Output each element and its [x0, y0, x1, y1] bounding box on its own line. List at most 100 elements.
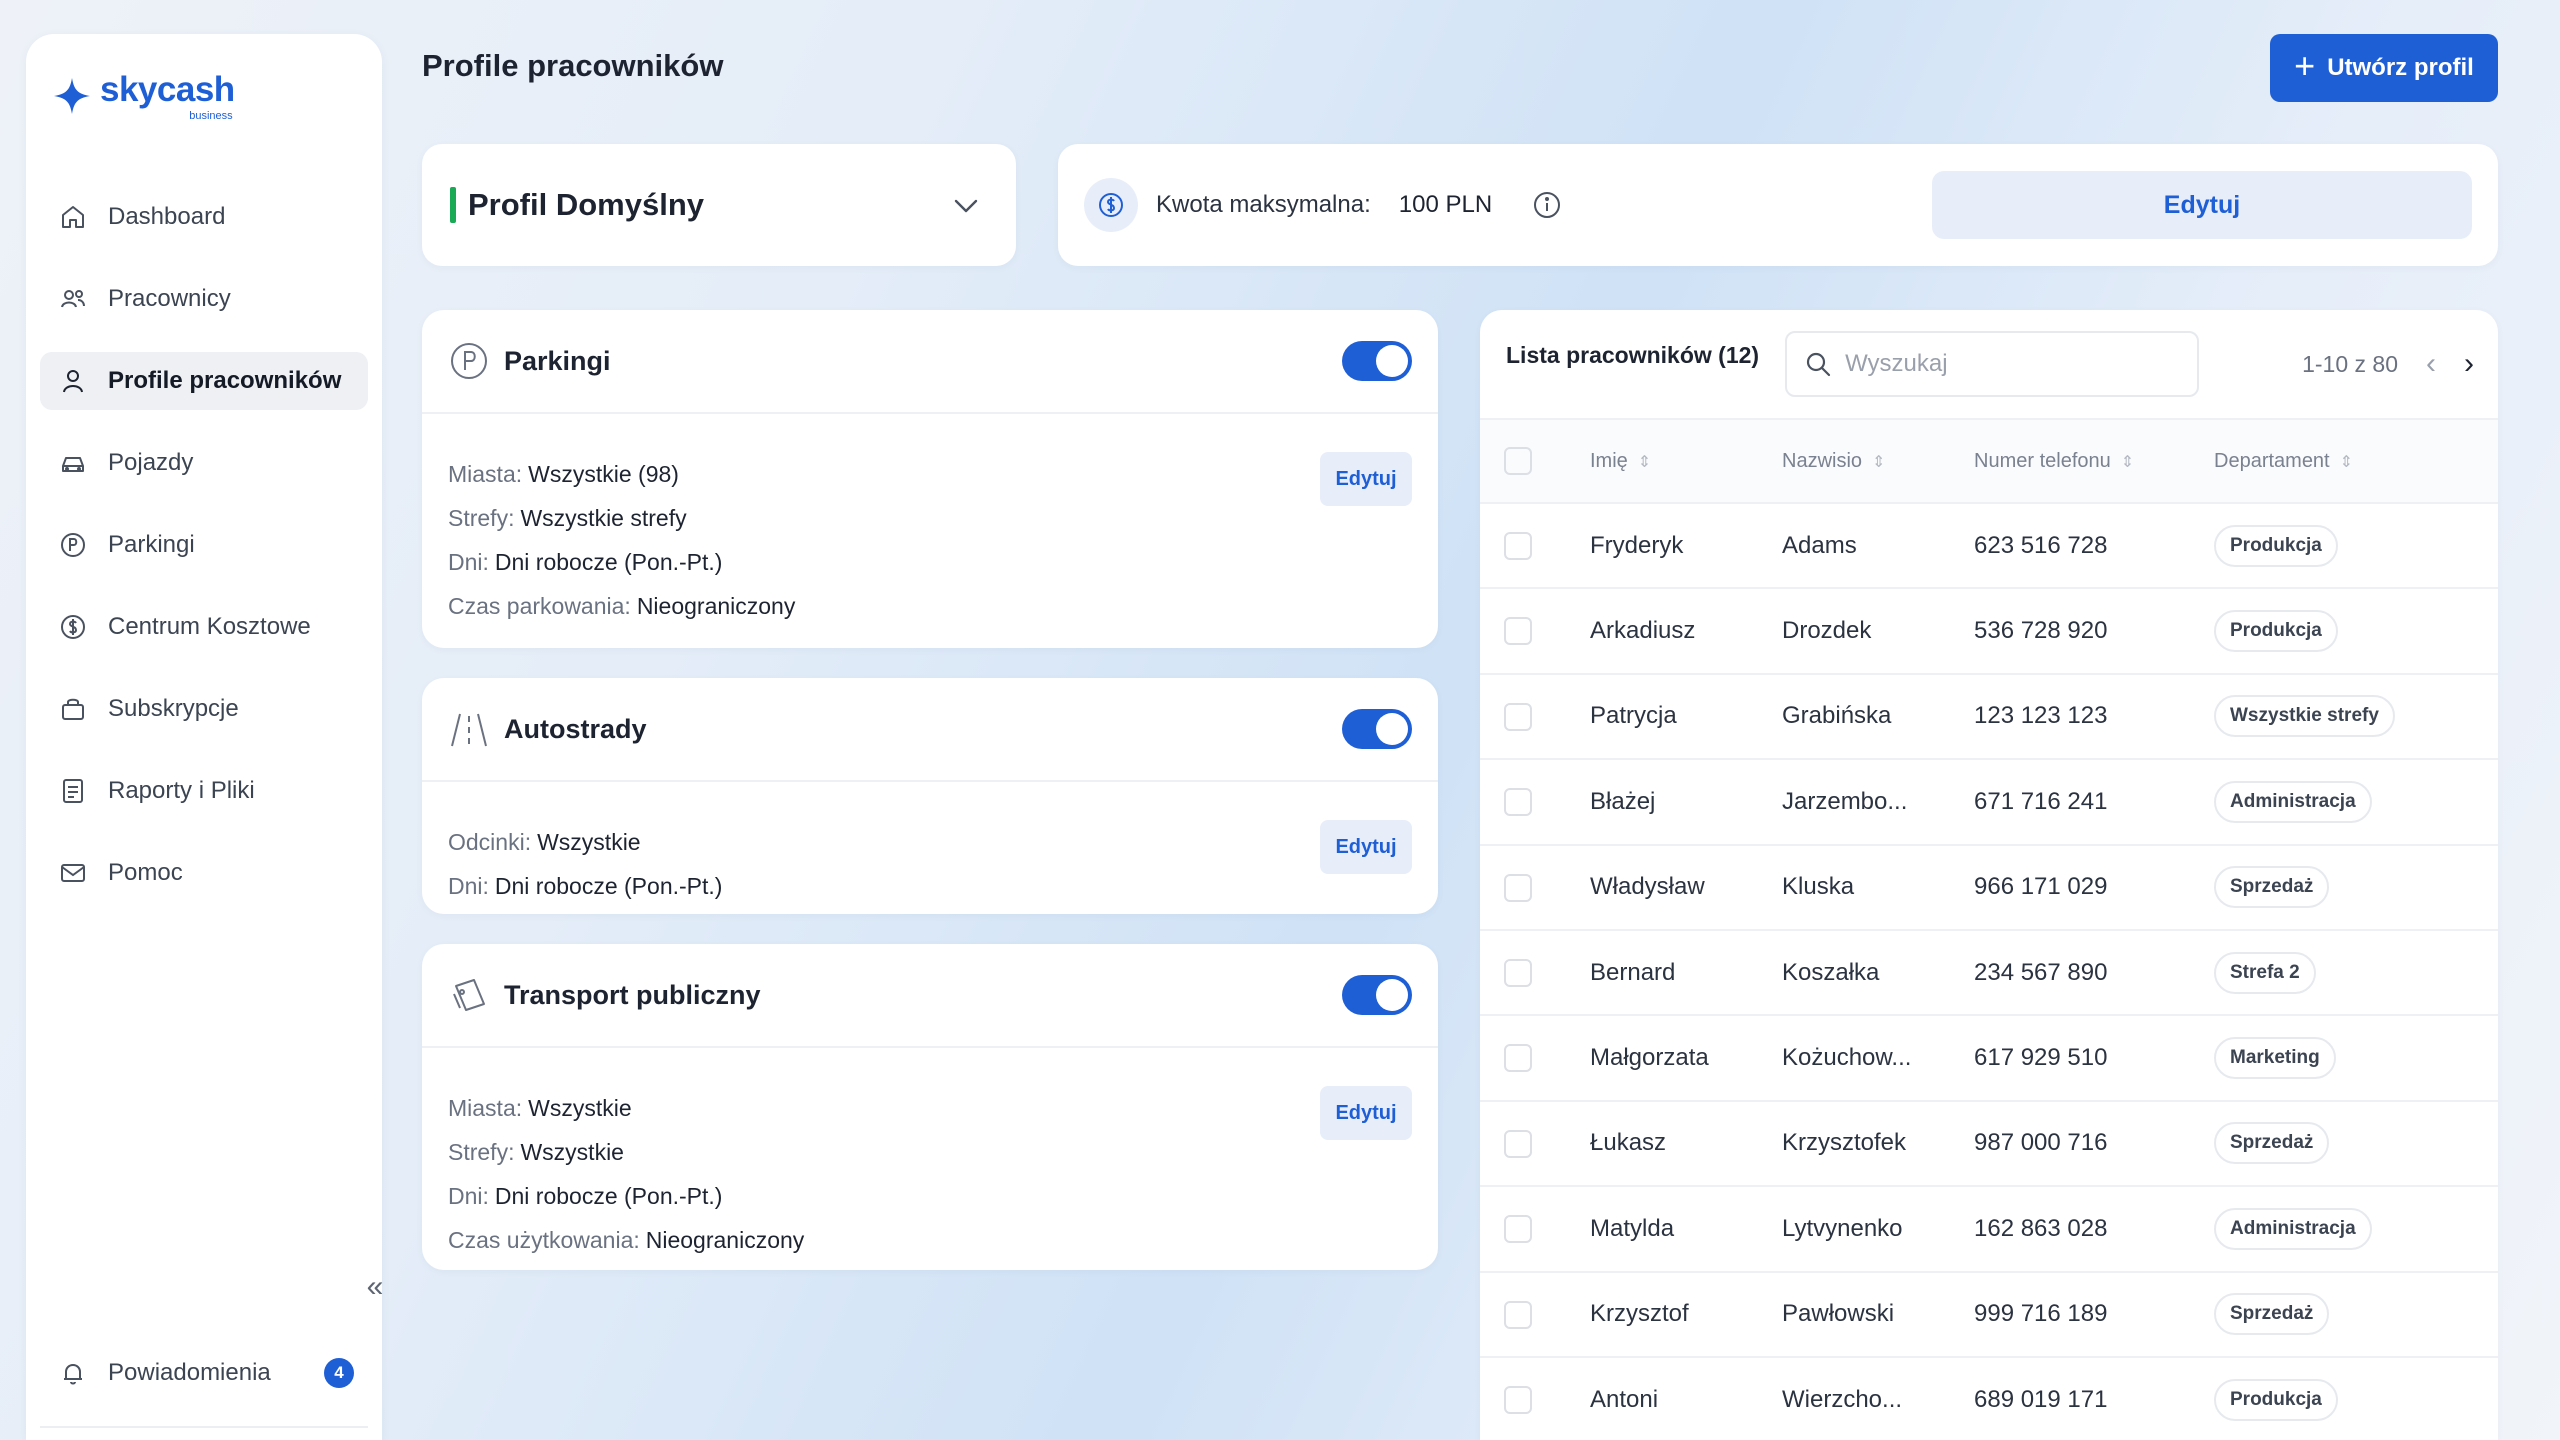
cell-first-name: Krzysztof: [1590, 1300, 1689, 1328]
column-label: Imię: [1590, 449, 1628, 472]
highways-toggle[interactable]: [1342, 709, 1412, 749]
sidebar-item-label: Parkingi: [108, 531, 195, 558]
row-checkbox[interactable]: [1504, 1300, 1532, 1329]
transport-card-title: Transport publiczny: [504, 979, 761, 1010]
table-row[interactable]: Fryderyk Adams 623 516 728 Produkcja: [1480, 503, 2498, 589]
row-value: Nieograniczony: [636, 593, 796, 619]
sort-icon: ⇕: [1872, 453, 1886, 471]
column-label: Departament: [2214, 449, 2330, 472]
parking-edit-button[interactable]: Edytuj: [1320, 452, 1412, 506]
table-row[interactable]: Arkadiusz Drozdek 536 728 920 Produkcja: [1480, 588, 2498, 674]
table-row[interactable]: Bernard Koszałka 234 567 890 Strefa 2: [1480, 930, 2498, 1016]
row-checkbox[interactable]: [1504, 958, 1532, 987]
row-label: Dni:: [448, 1183, 489, 1209]
transport-toggle[interactable]: [1342, 975, 1412, 1015]
cell-last-name: Jarzembo...: [1782, 787, 1908, 815]
parking-toggle[interactable]: [1342, 341, 1412, 381]
column-header-department[interactable]: Departament ⇕: [2214, 419, 2498, 503]
sidebar-item-label: Dashboard: [108, 203, 226, 230]
cell-first-name: Błażej: [1590, 787, 1656, 815]
sidebar-item-dashboard[interactable]: Dashboard: [40, 188, 368, 246]
sidebar-item-raporty[interactable]: Raporty i Pliki: [40, 762, 368, 820]
sidebar-item-pracownicy[interactable]: Pracownicy: [40, 270, 368, 328]
cell-phone: 987 000 716: [1974, 1129, 2108, 1157]
skycash-logo[interactable]: skycash business: [52, 62, 235, 142]
collapse-sidebar-icon[interactable]: «: [360, 1272, 390, 1302]
employee-table: Imię ⇕ Nazwisio ⇕ Numer telefonu ⇕ Departam…: [1480, 418, 2498, 1440]
edit-max-amount-button[interactable]: Edytuj: [1932, 171, 2472, 239]
row-label: Odcinki:: [448, 829, 532, 855]
table-row[interactable]: Antoni Wierzcho... 689 019 171 Produkcja: [1480, 1357, 2498, 1440]
info-icon[interactable]: [1532, 190, 1562, 220]
highways-edit-button[interactable]: Edytuj: [1320, 820, 1412, 874]
max-amount-value: 100 PLN: [1398, 191, 1493, 218]
sidebar-item-label: Profile pracowników: [108, 367, 342, 394]
cell-last-name: Adams: [1782, 531, 1857, 559]
table-row[interactable]: Błażej Jarzembo... 671 716 241 Administracj…: [1480, 759, 2498, 845]
row-checkbox[interactable]: [1504, 1215, 1532, 1244]
row-checkbox[interactable]: [1504, 1044, 1532, 1073]
profile-name: Profil Domyślny: [468, 187, 704, 222]
department-badge: Produkcja: [2214, 1378, 2338, 1421]
row-checkbox[interactable]: [1504, 1129, 1532, 1158]
department-badge: Strefa 2: [2214, 951, 2316, 994]
sidebar-item-parkingi[interactable]: Parkingi: [40, 516, 368, 574]
transport-row-cities: Miasta: Wszystkie: [448, 1086, 1412, 1130]
cell-first-name: Fryderyk: [1590, 531, 1684, 559]
row-checkbox[interactable]: [1504, 532, 1532, 561]
column-header-first-name[interactable]: Imię ⇕: [1590, 419, 1782, 503]
sort-icon: ⇕: [2339, 453, 2354, 471]
row-value: Wszystkie strefy: [520, 505, 687, 531]
select-all-checkbox[interactable]: [1504, 447, 1532, 475]
column-label: Nazwisio: [1782, 449, 1863, 472]
table-row[interactable]: Łukasz Krzysztofek 987 000 716 Sprzedaż: [1480, 1101, 2498, 1187]
sidebar-item-pomoc[interactable]: Pomoc: [40, 844, 368, 902]
transport-edit-button[interactable]: Edytuj: [1320, 1086, 1412, 1140]
row-checkbox[interactable]: [1504, 788, 1532, 817]
table-row[interactable]: Władysław Kluska 966 171 029 Sprzedaż: [1480, 845, 2498, 930]
sidebar-item-pojazdy[interactable]: Pojazdy: [40, 434, 368, 492]
cell-first-name: Arkadiusz: [1590, 617, 1696, 645]
table-row[interactable]: Małgorzata Kożuchow... 617 929 510 Marketin…: [1480, 1015, 2498, 1101]
row-value: Dni robocze (Pon.-Pt.): [494, 873, 723, 899]
row-checkbox[interactable]: [1504, 1385, 1532, 1414]
row-checkbox[interactable]: [1504, 617, 1532, 646]
row-value: Dni robocze (Pon.-Pt.): [494, 1183, 723, 1209]
row-label: Miasta:: [448, 461, 523, 487]
pagination: 1-10 z 80 ‹ ›: [2302, 347, 2474, 381]
transport-row-time: Czas użytkowania: Nieograniczony: [448, 1218, 1412, 1262]
mail-icon: [61, 864, 85, 882]
profile-dropdown[interactable]: Profil Domyślny: [422, 144, 1016, 266]
highways-card-title: Autostrady: [504, 713, 647, 744]
row-value: Wszystkie: [537, 829, 641, 855]
chevron-right-icon[interactable]: ›: [2464, 347, 2474, 381]
row-value: Wszystkie: [528, 1095, 632, 1121]
cell-first-name: Łukasz: [1590, 1129, 1667, 1157]
parking-card-title: Parkingi: [504, 345, 611, 376]
column-header-phone[interactable]: Numer telefonu ⇕: [1974, 419, 2214, 503]
column-header-last-name[interactable]: Nazwisio ⇕: [1782, 419, 1974, 503]
table-row[interactable]: Matylda Lytvynenko 162 863 028 Administracj…: [1480, 1186, 2498, 1272]
create-profile-button[interactable]: + Utwórz profil: [2270, 34, 2498, 102]
highway-icon: [451, 713, 487, 747]
table-row[interactable]: Patrycja Grabińska 123 123 123 Wszystkie st…: [1480, 674, 2498, 760]
row-label: Czas użytkowania:: [448, 1227, 640, 1253]
parking-row-time: Czas parkowania: Nieograniczony: [448, 584, 1412, 628]
row-label: Strefy:: [448, 505, 515, 531]
department-badge: Wszystkie strefy: [2214, 695, 2395, 738]
row-checkbox[interactable]: [1504, 702, 1532, 731]
table-row[interactable]: Krzysztof Pawłowski 999 716 189 Sprzedaż: [1480, 1272, 2498, 1357]
row-checkbox[interactable]: [1504, 873, 1532, 902]
search-box[interactable]: [1785, 331, 2200, 397]
sidebar-item-subskrypcje[interactable]: Subskrypcje: [40, 680, 368, 738]
chevron-left-icon[interactable]: ‹: [2426, 347, 2436, 381]
cell-last-name: Krzysztofek: [1782, 1129, 1907, 1157]
sidebar-item-profile-pracownikow[interactable]: Profile pracowników: [40, 352, 368, 410]
sidebar-item-powiadomienia[interactable]: Powiadomienia 4: [40, 1344, 368, 1402]
sidebar-item-centrum-kosztowe[interactable]: Centrum Kosztowe: [40, 598, 368, 656]
search-input[interactable]: [1845, 350, 2186, 378]
plus-icon: +: [2294, 45, 2316, 86]
department-badge: Administracja: [2214, 780, 2372, 823]
column-label: Numer telefonu: [1974, 449, 2111, 472]
page-title: Profile pracowników: [422, 48, 724, 83]
